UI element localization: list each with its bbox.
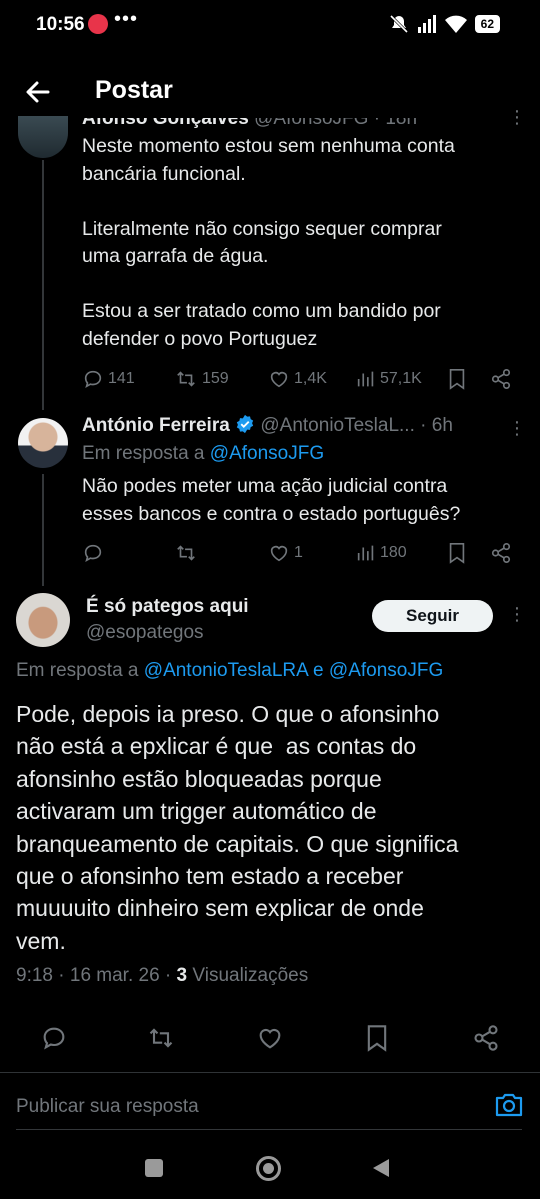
- repost-icon: [149, 1028, 173, 1048]
- share-button[interactable]: [490, 368, 512, 390]
- mention-link[interactable]: @AfonsoJFG: [329, 660, 443, 681]
- reply-context: Em resposta a @AntonioTeslaLRA e @Afonso…: [16, 660, 444, 681]
- repost-button[interactable]: [174, 542, 198, 564]
- reply-icon: [84, 544, 102, 563]
- notification-app-icon: [88, 14, 108, 34]
- tweet-header: António Ferreira @AntonioTeslaL... · 6h: [82, 414, 453, 437]
- verified-badge-icon: [236, 414, 254, 434]
- reply-count: 141: [108, 370, 135, 387]
- share-icon: [491, 543, 511, 563]
- bookmark-button[interactable]: [365, 1024, 389, 1057]
- main-tweet-actions: [0, 1022, 540, 1054]
- views-icon: [357, 545, 374, 561]
- avatar[interactable]: [16, 593, 70, 647]
- bookmark-icon: [367, 1025, 387, 1052]
- reply-button[interactable]: [82, 542, 104, 564]
- back-button[interactable]: [18, 72, 58, 112]
- page-title: Postar: [95, 76, 173, 104]
- like-count: 1,4K: [294, 370, 327, 387]
- views-label: Visualizações: [192, 965, 309, 986]
- mention-link[interactable]: @AntonioTeslaLRA: [144, 660, 308, 681]
- repost-icon: [177, 371, 195, 387]
- reply-icon: [84, 370, 102, 389]
- reply-input[interactable]: Publicar sua resposta: [16, 1096, 199, 1118]
- battery-icon: 62: [474, 15, 500, 33]
- camera-button[interactable]: [494, 1091, 524, 1124]
- heart-icon: [270, 545, 288, 562]
- like-button[interactable]: 1: [268, 542, 303, 564]
- status-icons: 62: [389, 14, 500, 34]
- avatar[interactable]: [18, 116, 68, 158]
- reply-icon: [43, 1027, 65, 1050]
- signal-icon: [417, 15, 436, 33]
- author-name: É só pategos aqui: [86, 596, 249, 617]
- status-bar: 10:56 ••• 62: [0, 0, 540, 52]
- reply-context: Em resposta a @AfonsoJFG: [82, 443, 325, 464]
- more-options-icon[interactable]: ⋮: [508, 108, 526, 126]
- views-count: 180: [380, 544, 407, 561]
- tweet-actions: 1 180: [0, 539, 540, 567]
- status-time: 10:56: [36, 14, 85, 35]
- reply-button[interactable]: [40, 1024, 68, 1057]
- arrow-left-icon: [26, 81, 50, 103]
- recents-button[interactable]: [145, 1159, 163, 1177]
- thread-line: [42, 474, 44, 586]
- more-options-icon[interactable]: ⋮: [508, 418, 526, 439]
- repost-icon: [177, 545, 195, 561]
- camera-icon: [495, 1093, 523, 1117]
- bookmark-button[interactable]: [447, 368, 467, 390]
- share-icon: [491, 369, 511, 389]
- reply-button[interactable]: 141: [82, 368, 135, 390]
- bookmark-icon: [449, 369, 465, 390]
- bookmark-button[interactable]: [447, 542, 467, 564]
- views-icon: [357, 371, 374, 387]
- divider: [16, 1129, 522, 1130]
- views-count: 3: [176, 965, 188, 986]
- author-handle: @esopategos: [86, 622, 204, 643]
- repost-button[interactable]: [146, 1024, 176, 1057]
- mute-icon: [389, 14, 408, 34]
- avatar[interactable]: [18, 418, 68, 468]
- author-handle: @AntonioTeslaL...: [260, 415, 415, 436]
- more-options-icon[interactable]: ⋮: [508, 604, 526, 625]
- views-count: 57,1K: [380, 370, 422, 387]
- tweet-time: · 6h: [420, 415, 453, 436]
- tweet-text: Não podes meter uma ação judicial contra…: [82, 475, 461, 525]
- system-nav-bar: [0, 1138, 540, 1199]
- bookmark-icon: [449, 543, 465, 564]
- heart-icon: [270, 371, 288, 388]
- repost-button[interactable]: 159: [174, 368, 229, 390]
- heart-icon: [259, 1028, 281, 1049]
- wifi-icon: [444, 15, 467, 33]
- views-button[interactable]: 57,1K: [356, 368, 422, 390]
- back-nav-button[interactable]: [372, 1158, 390, 1183]
- author-name: António Ferreira: [82, 415, 230, 436]
- like-count: 1: [294, 544, 303, 561]
- tweet-text: Neste momento estou sem nenhuma conta ba…: [82, 135, 455, 350]
- tweet-actions: 141 159 1,4K 57,1K: [0, 365, 540, 393]
- triangle-back-icon: [373, 1159, 389, 1177]
- share-button[interactable]: [472, 1024, 500, 1057]
- tweet-text: Pode, depois ia preso. O que o afonsinho…: [16, 701, 459, 954]
- share-icon: [474, 1025, 498, 1051]
- tweet-time: 9:18: [16, 965, 53, 986]
- repost-count: 159: [202, 370, 229, 387]
- more-notifications-icon: •••: [114, 8, 139, 30]
- home-button[interactable]: [256, 1156, 281, 1181]
- share-button[interactable]: [490, 542, 512, 564]
- tweet-meta: 9:18 · 16 mar. 26 · 3 Visualizações: [16, 965, 309, 986]
- views-button[interactable]: 180: [356, 542, 407, 564]
- like-button[interactable]: 1,4K: [268, 368, 327, 390]
- reply-composer[interactable]: Publicar sua resposta: [0, 1072, 540, 1132]
- tweet-date: 16 mar. 26: [69, 965, 160, 986]
- top-app-bar: Postar: [0, 56, 540, 126]
- follow-button[interactable]: Seguir: [372, 600, 493, 632]
- mention-link[interactable]: @AfonsoJFG: [210, 443, 324, 464]
- like-button[interactable]: [256, 1024, 284, 1057]
